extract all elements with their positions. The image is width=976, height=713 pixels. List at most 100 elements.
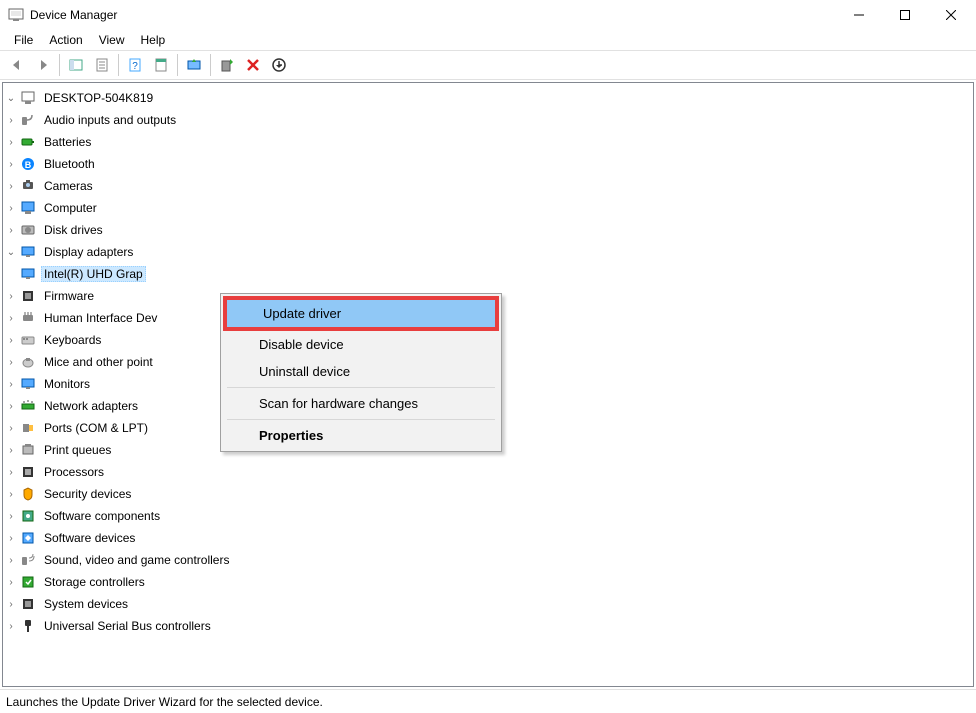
tree-category[interactable]: › Storage controllers bbox=[3, 571, 973, 593]
expand-icon[interactable]: › bbox=[3, 599, 19, 610]
tree-category[interactable]: › Batteries bbox=[3, 131, 973, 153]
uninstall-device-button[interactable] bbox=[241, 53, 265, 77]
expand-icon[interactable]: › bbox=[3, 335, 19, 346]
category-icon bbox=[19, 464, 37, 480]
svg-text:?: ? bbox=[132, 61, 138, 72]
update-driver-button[interactable] bbox=[182, 53, 206, 77]
expand-icon[interactable]: › bbox=[3, 357, 19, 368]
category-icon bbox=[19, 508, 37, 524]
collapse-icon[interactable]: ⌄ bbox=[3, 93, 19, 104]
toolbar-separator bbox=[210, 54, 211, 76]
svg-text:B: B bbox=[25, 160, 32, 170]
expand-icon[interactable]: › bbox=[3, 313, 19, 324]
tree-item-label: Ports (COM & LPT) bbox=[41, 420, 151, 436]
close-button[interactable] bbox=[928, 0, 974, 30]
category-icon bbox=[19, 420, 37, 436]
category-icon bbox=[19, 596, 37, 612]
tree-category[interactable]: › Security devices bbox=[3, 483, 973, 505]
category-icon bbox=[19, 222, 37, 238]
category-icon bbox=[19, 332, 37, 348]
collapse-icon[interactable]: ⌄ bbox=[3, 247, 19, 258]
expand-icon[interactable]: › bbox=[3, 533, 19, 544]
forward-button[interactable] bbox=[31, 53, 55, 77]
category-icon: B bbox=[19, 156, 37, 172]
category-icon bbox=[19, 354, 37, 370]
tree-root-label: DESKTOP-504K819 bbox=[41, 90, 156, 106]
tree-item-label: Display adapters bbox=[41, 244, 136, 260]
tree-category[interactable]: › Sound, video and game controllers bbox=[3, 549, 973, 571]
expand-icon[interactable]: › bbox=[3, 489, 19, 500]
expand-icon[interactable]: › bbox=[3, 203, 19, 214]
expand-icon[interactable]: › bbox=[3, 137, 19, 148]
help-button[interactable]: ? bbox=[123, 53, 147, 77]
tree-device-label: Intel(R) UHD Grap bbox=[41, 266, 146, 282]
ctx-properties[interactable]: Properties bbox=[223, 422, 499, 449]
ctx-update-driver[interactable]: Update driver bbox=[223, 296, 499, 331]
tree-category[interactable]: › Cameras bbox=[3, 175, 973, 197]
tree-item-label: Processors bbox=[41, 464, 107, 480]
minimize-button[interactable] bbox=[836, 0, 882, 30]
status-text: Launches the Update Driver Wizard for th… bbox=[6, 695, 323, 709]
window-title: Device Manager bbox=[30, 8, 836, 22]
tree-root[interactable]: ⌄ DESKTOP-504K819 bbox=[3, 87, 973, 109]
titlebar: Device Manager bbox=[0, 0, 976, 30]
ctx-separator bbox=[227, 387, 495, 388]
menu-help[interactable]: Help bbox=[133, 31, 174, 49]
show-hide-console-button[interactable] bbox=[64, 53, 88, 77]
expand-icon[interactable]: › bbox=[3, 621, 19, 632]
expand-icon[interactable]: › bbox=[3, 291, 19, 302]
tree-item-label: System devices bbox=[41, 596, 131, 612]
back-button[interactable] bbox=[5, 53, 29, 77]
tree-category[interactable]: › Disk drives bbox=[3, 219, 973, 241]
toolbar-separator bbox=[177, 54, 178, 76]
expand-icon[interactable]: › bbox=[3, 159, 19, 170]
category-icon bbox=[19, 178, 37, 194]
tree-category[interactable]: › Computer bbox=[3, 197, 973, 219]
menu-action[interactable]: Action bbox=[41, 31, 90, 49]
category-icon bbox=[19, 112, 37, 128]
expand-icon[interactable]: › bbox=[3, 577, 19, 588]
tree-item-label: Print queues bbox=[41, 442, 114, 458]
expand-icon[interactable]: › bbox=[3, 181, 19, 192]
ctx-scan-hardware[interactable]: Scan for hardware changes bbox=[223, 390, 499, 417]
tree-item-label: Sound, video and game controllers bbox=[41, 552, 232, 568]
ctx-uninstall-device[interactable]: Uninstall device bbox=[223, 358, 499, 385]
expand-icon[interactable]: › bbox=[3, 379, 19, 390]
properties-button[interactable] bbox=[90, 53, 114, 77]
scan-hardware-button[interactable] bbox=[267, 53, 291, 77]
expand-icon[interactable]: › bbox=[3, 423, 19, 434]
menu-file[interactable]: File bbox=[6, 31, 41, 49]
tree-category[interactable]: › B Bluetooth bbox=[3, 153, 973, 175]
tree-category[interactable]: › Software devices bbox=[3, 527, 973, 549]
menu-view[interactable]: View bbox=[91, 31, 133, 49]
enable-device-button[interactable] bbox=[215, 53, 239, 77]
action-button[interactable] bbox=[149, 53, 173, 77]
tree-category[interactable]: › Processors bbox=[3, 461, 973, 483]
toolbar: ? bbox=[0, 50, 976, 80]
tree-category[interactable]: › Universal Serial Bus controllers bbox=[3, 615, 973, 637]
ctx-disable-device[interactable]: Disable device bbox=[223, 331, 499, 358]
tree-item-label: Disk drives bbox=[41, 222, 106, 238]
toolbar-separator bbox=[118, 54, 119, 76]
expand-icon[interactable]: › bbox=[3, 467, 19, 478]
tree-device[interactable]: › Intel(R) UHD Grap bbox=[3, 263, 973, 285]
tree-category[interactable]: › Audio inputs and outputs bbox=[3, 109, 973, 131]
expand-icon[interactable]: › bbox=[3, 401, 19, 412]
tree-category[interactable]: ⌄ Display adapters bbox=[3, 241, 973, 263]
maximize-button[interactable] bbox=[882, 0, 928, 30]
expand-icon[interactable]: › bbox=[3, 555, 19, 566]
tree-item-label: Monitors bbox=[41, 376, 93, 392]
tree-item-label: Audio inputs and outputs bbox=[41, 112, 179, 128]
tree-category[interactable]: › Software components bbox=[3, 505, 973, 527]
category-icon bbox=[19, 442, 37, 458]
tree-item-label: Bluetooth bbox=[41, 156, 98, 172]
category-icon bbox=[19, 398, 37, 414]
context-menu: Update driver Disable device Uninstall d… bbox=[220, 293, 502, 452]
expand-icon[interactable]: › bbox=[3, 225, 19, 236]
category-icon bbox=[19, 376, 37, 392]
expand-icon[interactable]: › bbox=[3, 115, 19, 126]
tree-category[interactable]: › System devices bbox=[3, 593, 973, 615]
expand-icon[interactable]: › bbox=[3, 511, 19, 522]
category-icon bbox=[19, 200, 37, 216]
expand-icon[interactable]: › bbox=[3, 445, 19, 456]
